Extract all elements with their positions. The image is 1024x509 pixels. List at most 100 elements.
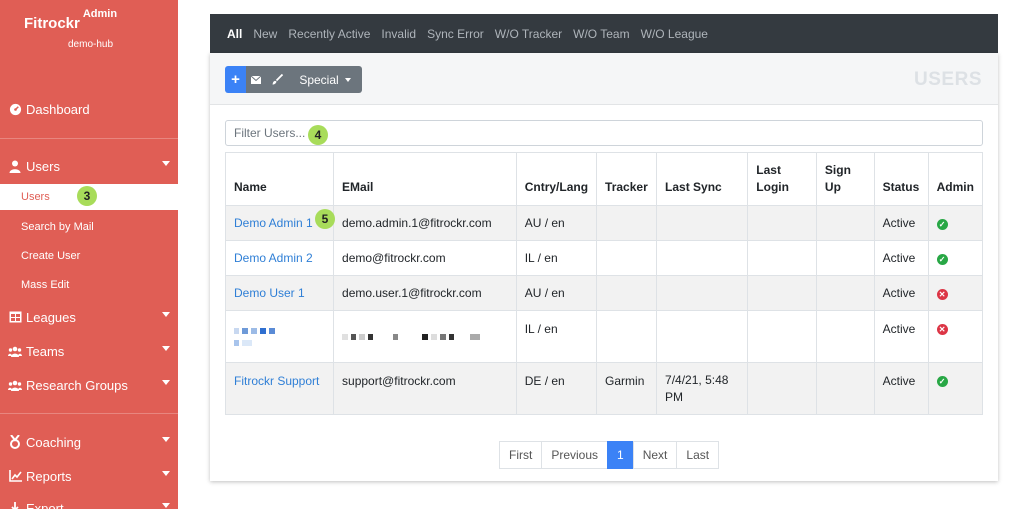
sidebar-item-export[interactable]: Export: [0, 496, 178, 509]
tracker-cell: [596, 310, 658, 363]
special-dropdown-button[interactable]: Special: [288, 66, 362, 93]
user-name-cell: Demo Admin 2: [224, 240, 335, 276]
column-header-country[interactable]: Cntry/Lang: [515, 152, 598, 206]
table-row[interactable]: Demo User 1 demo.user.1@fitrockr.com AU …: [224, 275, 984, 311]
country-cell: DE / en: [515, 362, 598, 415]
column-header-name[interactable]: Name: [224, 152, 335, 206]
page-first-button[interactable]: First: [499, 441, 543, 469]
hub-name: demo-hub: [68, 39, 114, 50]
sidebar-subitem-label: Users: [21, 191, 50, 203]
users-icon: [8, 344, 22, 358]
country-cell: IL / en: [515, 240, 598, 276]
sidebar-subitem-create-user[interactable]: Create User: [0, 243, 178, 269]
table-row[interactable]: Demo Admin 2 demo@fitrockr.com IL / en A…: [224, 240, 984, 276]
admin-cell: ✓: [927, 240, 984, 276]
filter-users-input[interactable]: [225, 120, 983, 146]
check-icon: ✓: [936, 219, 948, 230]
redacted-name: [234, 327, 325, 334]
sidebar-subitem-search-by-mail[interactable]: Search by Mail: [0, 214, 178, 240]
sidebar-item-label: Research Groups: [26, 377, 128, 393]
sidebar-item-dashboard[interactable]: Dashboard: [0, 97, 178, 121]
tab-new[interactable]: New: [253, 27, 277, 41]
tab-without-team[interactable]: W/O Team: [573, 27, 629, 41]
sidebar-item-reports[interactable]: Reports: [0, 464, 178, 488]
column-header-sign-up[interactable]: Sign Up: [815, 152, 875, 206]
user-name-link[interactable]: Fitrockr Support: [234, 374, 319, 388]
tab-without-league[interactable]: W/O League: [641, 27, 708, 41]
sidebar-item-label: Leagues: [26, 309, 76, 325]
user-icon: [8, 159, 22, 173]
mail-button[interactable]: [246, 66, 266, 93]
status-cell: Active: [873, 362, 929, 415]
user-name-cell: Fitrockr Support: [224, 362, 335, 415]
last-login-cell: [747, 310, 817, 363]
sidebar-item-research-groups[interactable]: Research Groups: [0, 373, 178, 397]
last-sync-cell: [656, 310, 749, 363]
chevron-down-icon: [162, 503, 170, 508]
sidebar-item-coaching[interactable]: Coaching: [0, 430, 178, 454]
redacted-email: [342, 333, 508, 340]
brush-button[interactable]: [266, 66, 288, 93]
page-1-button[interactable]: 1: [607, 441, 634, 469]
page-next-button[interactable]: Next: [632, 441, 678, 469]
email-cell: support@fitrockr.com: [333, 362, 517, 415]
redacted-name-2: [234, 339, 325, 346]
admin-cell: ✓: [927, 362, 984, 415]
chevron-down-icon: [162, 471, 170, 476]
sidebar-subitem-mass-edit[interactable]: Mass Edit: [0, 272, 178, 298]
sign-up-cell: [815, 310, 875, 363]
mail-icon: [251, 75, 261, 84]
brand-logo[interactable]: FitrockrAdmin: [24, 8, 117, 32]
user-name-link[interactable]: Demo Admin 1: [234, 216, 313, 230]
last-sync-cell: [656, 205, 749, 241]
tracker-cell: [596, 275, 658, 311]
last-login-cell: [747, 240, 817, 276]
country-cell: IL / en: [515, 310, 598, 363]
admin-cell: ✕: [927, 310, 984, 363]
brand-role: Admin: [82, 8, 118, 20]
sidebar-item-teams[interactable]: Teams: [0, 339, 178, 363]
email-cell: demo.user.1@fitrockr.com: [333, 275, 517, 311]
admin-cell: ✓: [927, 205, 984, 241]
tab-sync-error[interactable]: Sync Error: [427, 27, 484, 41]
chart-icon: [8, 469, 22, 483]
tab-all[interactable]: All: [227, 27, 242, 41]
add-user-button[interactable]: +: [225, 66, 246, 93]
column-header-last-sync[interactable]: Last Sync: [656, 152, 749, 206]
column-header-last-login[interactable]: Last Login: [747, 152, 817, 206]
sidebar-item-users[interactable]: Users: [0, 154, 178, 178]
chevron-down-icon: [162, 380, 170, 385]
table-row[interactable]: Demo Admin 1 demo.admin.1@fitrockr.com A…: [224, 205, 984, 241]
column-header-admin[interactable]: Admin: [927, 152, 984, 206]
sidebar-subitem-label: Create User: [21, 250, 81, 262]
email-cell: demo@fitrockr.com: [333, 240, 517, 276]
sign-up-cell: [815, 205, 875, 241]
column-header-tracker[interactable]: Tracker: [596, 152, 658, 206]
sidebar-item-leagues[interactable]: Leagues: [0, 305, 178, 329]
user-name-cell: Demo User 1: [224, 275, 335, 311]
page-previous-button[interactable]: Previous: [541, 441, 609, 469]
tab-invalid[interactable]: Invalid: [381, 27, 416, 41]
users-card: + Special USERS 4 Name EMail Cntry/Lang …: [210, 53, 998, 481]
coach-icon: [8, 435, 22, 449]
user-name-link[interactable]: Demo User 1: [234, 286, 305, 300]
admin-cell: ✕: [927, 275, 984, 311]
tab-without-tracker[interactable]: W/O Tracker: [495, 27, 562, 41]
page-last-button[interactable]: Last: [676, 441, 720, 469]
sidebar-item-label: Dashboard: [26, 101, 90, 117]
column-header-email[interactable]: EMail: [333, 152, 517, 206]
sign-up-cell: [815, 275, 875, 311]
check-icon: ✓: [936, 376, 948, 387]
column-header-status[interactable]: Status: [873, 152, 929, 206]
table-row[interactable]: Fitrockr Support support@fitrockr.com DE…: [224, 362, 984, 415]
table-row[interactable]: IL / en Active ✕: [224, 310, 984, 363]
tracker-cell: Garmin: [596, 362, 658, 415]
sign-up-cell: [815, 240, 875, 276]
sidebar-item-label: Coaching: [26, 434, 81, 450]
check-icon: ✓: [936, 254, 948, 265]
user-name-link[interactable]: Demo Admin 2: [234, 251, 313, 265]
email-cell-redacted: [333, 310, 517, 363]
brush-icon: [272, 74, 283, 85]
tab-recently-active[interactable]: Recently Active: [288, 27, 370, 41]
user-name-cell-redacted: [224, 310, 335, 363]
